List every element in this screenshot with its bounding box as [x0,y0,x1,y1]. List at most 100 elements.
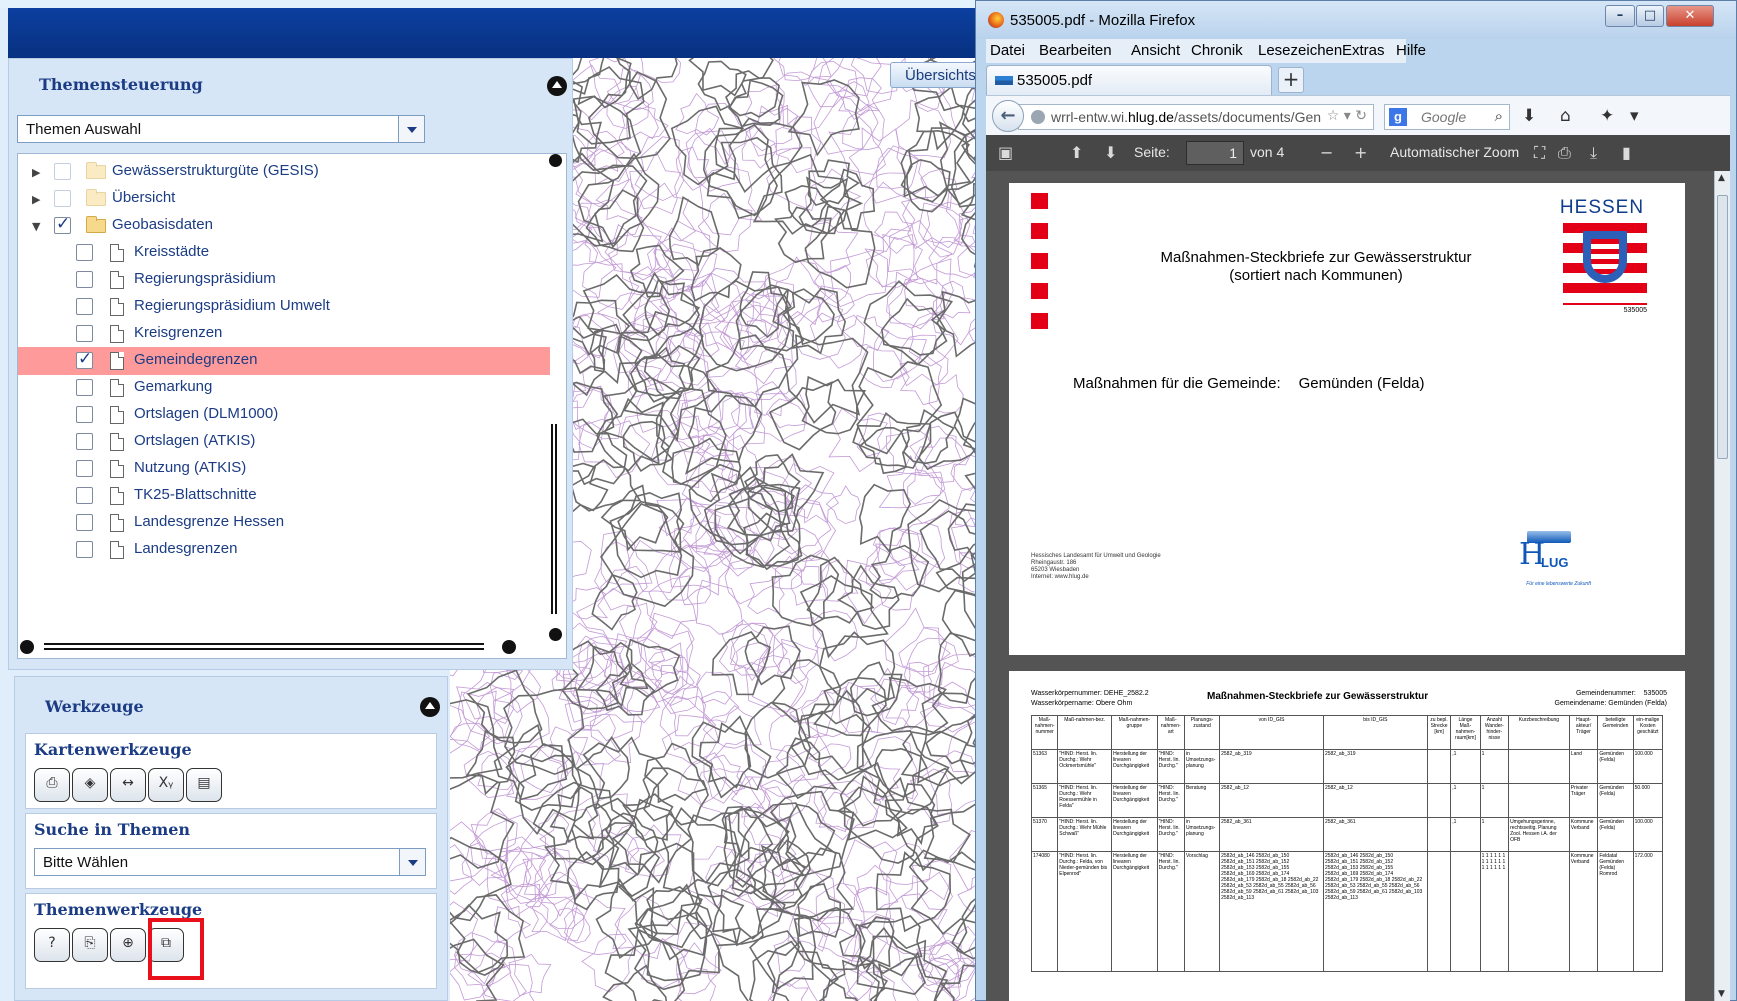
expand-arrow-icon[interactable]: ▶ [32,193,40,206]
tree-item[interactable]: ▼ Geobasisdaten [18,212,550,240]
pdf-vertical-scrollbar[interactable]: ▲ ▼ [1714,171,1730,1001]
new-tab-button[interactable]: + [1278,67,1304,93]
layer-checkbox[interactable] [54,214,71,234]
window-titlebar[interactable]: 535005.pdf - Mozilla Firefox – □ ✕ [976,1,1736,39]
previous-page-icon[interactable]: ⬆ [1070,143,1083,162]
tree-item[interactable]: Ortslagen (ATKIS) [18,428,550,456]
pdf-viewer[interactable]: Maßnahmen-Steckbriefe zur Gewässerstrukt… [986,171,1730,1001]
scroll-down-icon[interactable]: ▼ [1718,989,1725,999]
next-page-icon[interactable]: ⬇ [1104,143,1117,162]
tree-item[interactable]: Kreisstädte [18,239,550,267]
layer-checkbox[interactable] [76,271,93,288]
tree-item[interactable]: ▶ Gewässerstrukturgüte (GESIS) [18,158,550,186]
print-icon[interactable]: ⎙ [1558,143,1571,163]
layer-checkbox[interactable] [76,514,93,531]
section-title: Suche in Themen [34,820,191,839]
zoom-out-icon[interactable]: − [1320,143,1333,162]
menu-chronik[interactable]: Chronik [1191,42,1243,59]
layer-checkbox[interactable] [76,349,93,369]
menu-hilfe[interactable]: Hilfe [1396,42,1426,59]
tree-vertical-scrollbar[interactable] [548,154,562,654]
collapse-up-icon[interactable] [547,76,567,96]
panel-title: Werkzeuge [45,697,144,716]
browser-tab[interactable]: 535005.pdf [986,65,1272,95]
tree-item[interactable]: Regierungspräsidium Umwelt [18,293,550,321]
expand-arrow-icon[interactable]: ▶ [32,166,40,179]
layers-button[interactable]: ◈ [72,768,108,802]
tree-item[interactable]: ▶ Übersicht [18,185,550,213]
info-button[interactable]: ? [34,928,70,962]
tree-item[interactable]: Landesgrenzen [18,536,550,564]
scroll-down-icon[interactable] [549,628,562,641]
menu-extras[interactable]: Extras [1342,42,1385,59]
fullscreen-icon[interactable]: ⛶ [1534,143,1545,163]
search-bar[interactable]: g Google ⌕ [1384,104,1510,130]
export-button[interactable]: ▤ [186,768,222,802]
zoom-select[interactable]: Automatischer Zoom [1390,144,1519,160]
layer-checkbox[interactable] [76,541,93,558]
page-number-input[interactable]: 1 [1186,141,1244,165]
tree-item[interactable]: Nutzung (ATKIS) [18,455,550,483]
layer-checkbox[interactable] [76,433,93,450]
back-button[interactable]: ← [992,100,1024,132]
layer-checkbox[interactable] [76,379,93,396]
xy-coordinates-button[interactable]: Xᵧ [148,768,184,802]
scroll-up-icon[interactable]: ▲ [1718,173,1725,183]
chevron-down-icon[interactable] [398,116,424,142]
chevron-down-icon[interactable] [399,849,425,875]
download-icon[interactable]: ⤓ [1590,143,1597,163]
layer-checkbox[interactable] [54,163,71,180]
search-zoom-button[interactable]: ⊕ [110,928,146,962]
sidebar-toggle-icon[interactable]: ▣ [998,143,1013,162]
menu-bearbeiten[interactable]: Bearbeiten [1039,42,1112,59]
home-icon[interactable]: ⌂ [1560,106,1571,126]
layer-checkbox[interactable] [76,487,93,504]
print-button[interactable]: ⎙ [34,768,70,802]
scroll-up-icon[interactable] [549,154,562,167]
column-header: Haupt-akteur/ Träger [1568,715,1599,750]
menu-chevron-icon[interactable]: ▾ [1630,106,1639,126]
tree-item-label: Kreisgrenzen [134,324,223,341]
minimize-button[interactable]: – [1605,5,1635,27]
addon-icon[interactable]: ✦ [1600,106,1614,126]
bookmark-star-icon[interactable]: ☆ ▾ ↻ [1327,108,1367,124]
tree-item[interactable]: Gemarkung [18,374,550,402]
tree-item[interactable]: Ortslagen (DLM1000) [18,401,550,429]
menu-lesezeichen[interactable]: Lesezeichen [1258,42,1342,59]
scroll-thumb[interactable] [44,643,484,650]
bookmark-icon[interactable]: ▮ [1622,143,1631,162]
tree-item[interactable]: Regierungspräsidium [18,266,550,294]
layer-checkbox[interactable] [76,244,93,261]
tree-item[interactable]: Landesgrenze Hessen [18,509,550,537]
suche-select[interactable]: Bitte Wählen [34,848,426,876]
scroll-thumb[interactable] [551,424,557,614]
collapse-arrow-icon[interactable]: ▼ [32,220,40,233]
layer-checkbox[interactable] [76,325,93,342]
collapse-up-icon[interactable] [420,697,440,717]
search-icon[interactable]: ⌕ [1495,107,1503,125]
scroll-left-icon[interactable] [20,640,34,654]
layer-checkbox[interactable] [76,298,93,315]
report-button[interactable]: ⎘ [72,928,108,962]
tree-item[interactable]: Gemeindegrenzen [18,347,550,375]
scroll-thumb[interactable] [1717,195,1728,459]
layer-checkbox[interactable] [76,406,93,423]
measure-button[interactable]: ↔ [110,768,146,802]
themen-select[interactable]: Themen Auswahl [17,115,425,143]
url-bar[interactable]: wrrl-entw.wi.hlug.de/assets/documents/Ge… [1018,104,1374,130]
menu-datei[interactable]: Datei [990,42,1025,59]
themen-select-value: Themen Auswahl [26,121,142,138]
download-icon[interactable]: ⬇ [1522,106,1536,126]
maximize-button[interactable]: □ [1636,5,1664,27]
menu-ansicht[interactable]: Ansicht [1131,42,1180,59]
tree-item[interactable]: TK25-Blattschnitte [18,482,550,510]
google-icon[interactable]: g [1389,108,1407,126]
tree-horizontal-scrollbar[interactable] [18,640,550,654]
layer-checkbox[interactable] [76,460,93,477]
layer-checkbox[interactable] [54,190,71,207]
scroll-right-icon[interactable] [502,640,516,654]
column-header: bis ID_GIS [1322,715,1428,750]
zoom-in-icon[interactable]: + [1354,143,1367,162]
close-button[interactable]: ✕ [1666,5,1714,27]
tree-item[interactable]: Kreisgrenzen [18,320,550,348]
